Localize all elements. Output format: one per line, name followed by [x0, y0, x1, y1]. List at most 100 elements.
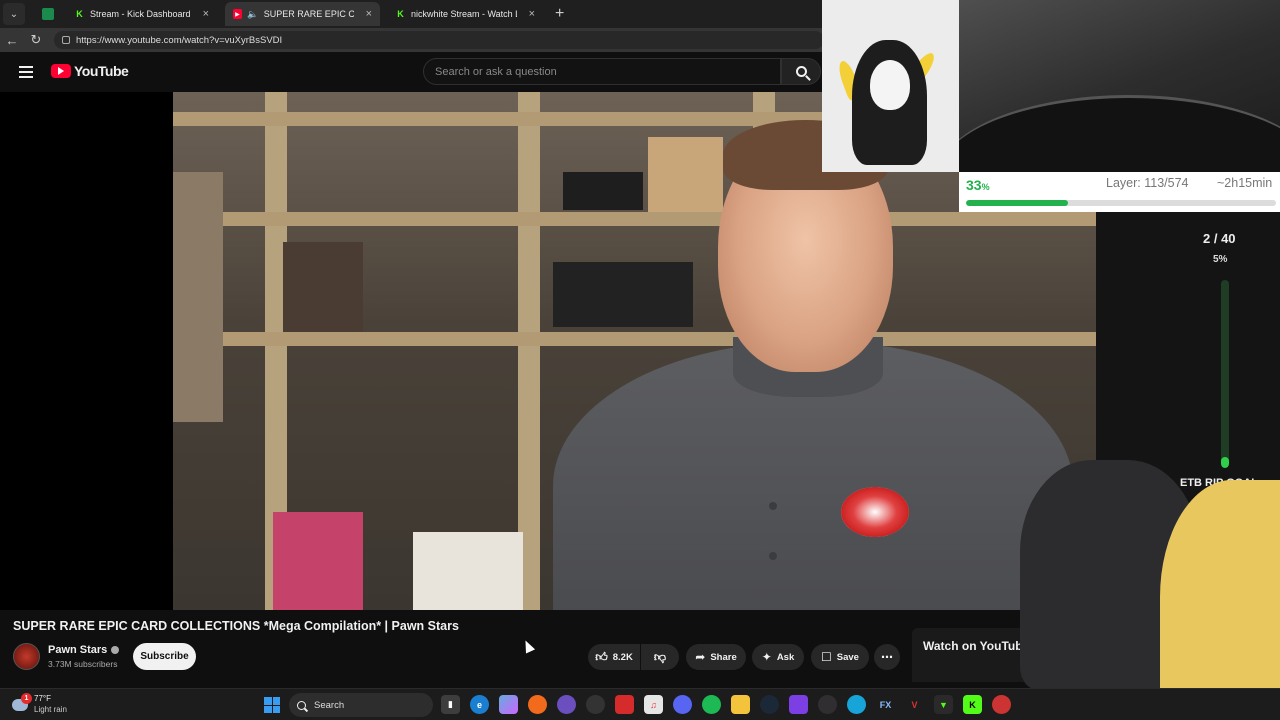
discord-icon[interactable] — [673, 695, 692, 714]
share-button[interactable]: ➦ Share — [686, 644, 746, 670]
shelf-board — [173, 212, 1096, 226]
channel-name-text: Pawn Stars — [48, 644, 108, 656]
sparkle-icon: ✦ — [761, 650, 772, 664]
thumbs-down-icon: 👎︎ — [653, 650, 667, 664]
app-purple-icon[interactable] — [789, 695, 808, 714]
weather-temp: 77°F — [34, 694, 51, 703]
app-blue-icon[interactable] — [847, 695, 866, 714]
tab-actions-chevron-icon[interactable]: ⌄ — [3, 3, 25, 25]
subscribe-button[interactable]: Subscribe — [133, 643, 196, 670]
kick-icon: K — [397, 9, 404, 19]
firefox-icon[interactable] — [528, 695, 547, 714]
shirt-button — [769, 502, 777, 510]
watch-on-youtube-label: Watch on YouTube — [923, 639, 1030, 653]
channel-avatar[interactable] — [13, 643, 40, 670]
back-arrow-icon[interactable]: ← — [0, 33, 24, 48]
shirt-logo — [841, 487, 909, 537]
share-arrow-icon: ➦ — [695, 650, 706, 664]
taskbar-apps: ▮ e ♫ FX V ▼ K — [441, 695, 1011, 714]
spotify-icon[interactable] — [702, 695, 721, 714]
logo-text: YouTube — [74, 63, 129, 79]
taskbar-search-label: Search — [314, 699, 345, 711]
print-progress-fill — [966, 200, 1069, 206]
goal-count: 2 / 40 — [1203, 231, 1236, 246]
folder-icon[interactable] — [731, 695, 750, 714]
app-red2-icon[interactable] — [992, 695, 1011, 714]
close-tab-icon[interactable]: × — [529, 8, 535, 20]
cardboard-box — [648, 137, 723, 212]
obs-icon[interactable] — [818, 695, 837, 714]
verified-check-icon — [111, 646, 120, 654]
copilot-icon[interactable] — [499, 695, 518, 714]
pinned-tab-icon — [42, 8, 54, 20]
more-horizontal-icon: ⋯ — [881, 650, 893, 664]
printer-camera — [959, 0, 1280, 172]
address-bar[interactable]: https://www.youtube.com/watch?v=vuXyrBsS… — [54, 31, 824, 49]
streamer-webcam — [1020, 440, 1280, 720]
file-explorer-icon[interactable]: ▮ — [441, 695, 460, 714]
taskbar-search[interactable]: Search — [289, 693, 433, 717]
tab-youtube-video[interactable]: ▶ 🔈 SUPER RARE EPIC CARD COLLECTIONS *Me… — [225, 2, 380, 26]
left-box — [173, 172, 223, 422]
save-button[interactable]: ☐ Save — [811, 644, 869, 670]
pinned-tab[interactable] — [37, 5, 59, 23]
black-case — [563, 172, 643, 210]
printer-bed — [959, 95, 1280, 172]
edge-icon[interactable]: e — [470, 695, 489, 714]
app-icon[interactable] — [557, 695, 576, 714]
search-button[interactable] — [781, 58, 821, 85]
itunes-icon[interactable]: ♫ — [644, 695, 663, 714]
tab-title: SUPER RARE EPIC CARD COLLECTIONS *Mega C… — [263, 9, 354, 19]
mouse-cursor-icon — [520, 638, 536, 654]
speaker-icon[interactable]: 🔈 — [247, 9, 258, 19]
weather-desc: Light rain — [34, 705, 67, 714]
tab-kick-dashboard[interactable]: K Stream - Kick Dashboard × — [67, 2, 217, 26]
menu-icon[interactable] — [19, 66, 33, 78]
black-bags — [553, 262, 693, 327]
channel-name[interactable]: Pawn Stars — [48, 644, 120, 656]
reload-icon[interactable]: ↻ — [24, 32, 48, 48]
shelf-board — [173, 332, 1096, 346]
chrome-icon[interactable] — [586, 695, 605, 714]
print-time-left: ~2h15min — [1217, 176, 1273, 190]
search-input[interactable]: Search or ask a question — [423, 58, 781, 85]
like-button[interactable]: 👍︎ 8.2K — [588, 644, 640, 670]
bookmark-icon: ☐ — [821, 650, 832, 664]
site-info-icon[interactable] — [62, 36, 70, 44]
search-icon — [795, 66, 807, 77]
subscriber-count: 3.73M subscribers — [48, 659, 118, 669]
like-count: 8.2K — [612, 651, 633, 663]
tab-kick-stream[interactable]: K nickwhite Stream - Watch Live on Kick … — [388, 2, 543, 26]
search-icon — [297, 700, 306, 710]
white-bin — [413, 532, 523, 610]
shirt-button — [769, 552, 777, 560]
windows-start-icon[interactable] — [264, 697, 280, 713]
new-tab-plus-icon[interactable]: + — [555, 5, 564, 23]
ask-button[interactable]: ✦ Ask — [752, 644, 804, 670]
weather-widget[interactable]: 1 77°F Light rain — [12, 693, 92, 717]
app-v-icon[interactable]: V — [905, 695, 924, 714]
tab-title: nickwhite Stream - Watch Live on Kick — [410, 9, 517, 19]
save-label: Save — [836, 651, 859, 663]
print-model-camera — [822, 0, 959, 172]
steam-icon[interactable] — [760, 695, 779, 714]
goal-percent: 5% — [1213, 254, 1228, 265]
ask-label: Ask — [776, 651, 795, 663]
close-tab-icon[interactable]: × — [366, 8, 372, 20]
print-progress-track — [966, 200, 1276, 206]
tab-title: Stream - Kick Dashboard — [89, 9, 191, 19]
dislike-button[interactable]: 👎︎ — [641, 644, 679, 670]
youtube-logo[interactable]: YouTube — [51, 63, 129, 79]
close-tab-icon[interactable]: × — [203, 8, 209, 20]
app-red-icon[interactable] — [615, 695, 634, 714]
print-progress-panel: 33% Layer: 113/574 ~2h15min — [959, 172, 1280, 212]
video-title: SUPER RARE EPIC CARD COLLECTIONS *Mega C… — [13, 619, 459, 633]
shelf-items — [283, 242, 363, 332]
kick-icon[interactable]: K — [963, 695, 982, 714]
kick-icon: K — [76, 9, 83, 19]
figurine-mask — [870, 60, 910, 110]
more-actions-button[interactable]: ⋯ — [874, 644, 900, 670]
fx-icon[interactable]: FX — [876, 695, 895, 714]
app-green-icon[interactable]: ▼ — [934, 695, 953, 714]
share-label: Share — [710, 651, 737, 663]
